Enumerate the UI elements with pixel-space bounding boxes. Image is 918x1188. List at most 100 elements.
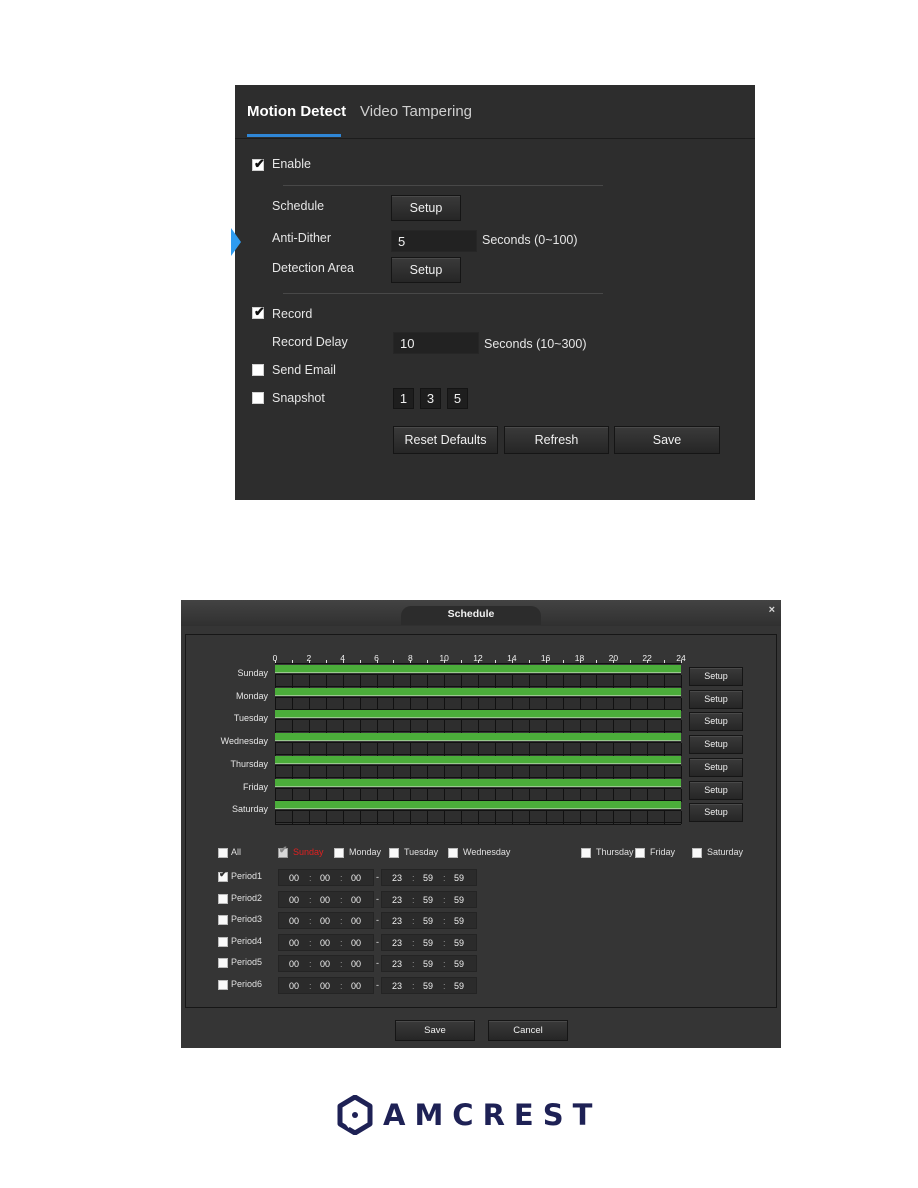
schedule-setup-button[interactable]: Setup [391,195,461,221]
time-segment[interactable]: 00 [320,938,330,948]
time-segment[interactable]: 23 [392,959,402,969]
day-setup-button[interactable]: Setup [689,735,743,755]
time-segment[interactable]: 59 [423,873,433,883]
time-segment[interactable]: 59 [423,938,433,948]
day-select-checkbox[interactable]: ✔ [278,845,288,858]
day-select-checkbox[interactable] [389,848,399,858]
save-button[interactable]: Save [614,426,720,454]
time-segment[interactable]: 23 [392,873,402,883]
time-segment[interactable]: 00 [289,981,299,991]
time-segment[interactable]: 59 [454,938,464,948]
day-timeline[interactable] [275,674,682,688]
day-select-checkbox[interactable] [334,848,344,858]
time-segment[interactable]: 00 [320,981,330,991]
day-setup-button[interactable]: Setup [689,712,743,732]
period-start-time[interactable]: 00 00 00:: [278,977,374,994]
dialog-cancel-button[interactable]: Cancel [488,1020,568,1041]
time-segment[interactable]: 59 [423,959,433,969]
time-segment[interactable]: 59 [454,873,464,883]
send-email-checkbox[interactable] [252,364,264,376]
tab-video-tampering[interactable]: Video Tampering [360,103,472,120]
snapshot-option-5[interactable]: 5 [447,388,468,409]
period-checkbox[interactable] [218,980,228,990]
schedule-period-bar[interactable] [275,733,681,742]
time-segment[interactable]: 59 [454,981,464,991]
time-segment[interactable]: 23 [392,895,402,905]
period-end-time[interactable]: 23 59 59:: [381,869,477,886]
day-timeline[interactable] [275,764,682,779]
period-end-time[interactable]: 23 59 59:: [381,955,477,973]
day-setup-button[interactable]: Setup [689,757,743,777]
day-timeline[interactable] [275,742,682,757]
reset-defaults-button[interactable]: Reset Defaults [393,426,498,454]
time-segment[interactable]: 00 [289,916,299,926]
time-segment[interactable]: 00 [320,895,330,905]
time-segment[interactable]: 59 [423,981,433,991]
period-end-time[interactable]: 23 59 59:: [381,977,477,994]
time-segment[interactable]: 00 [351,938,361,948]
enable-checkbox[interactable]: ✔ [252,156,265,171]
dialog-save-button[interactable]: Save [395,1020,475,1041]
dialog-title-bar[interactable]: Schedule × [181,600,781,626]
period-checkbox[interactable] [218,958,228,969]
day-timeline[interactable] [275,787,682,802]
time-segment[interactable]: 59 [454,959,464,969]
day-select-checkbox[interactable] [692,848,702,858]
period-checkbox[interactable] [218,915,228,926]
day-setup-button[interactable]: Setup [689,803,743,823]
tab-motion-detect[interactable]: Motion Detect [247,103,346,120]
day-timeline[interactable] [275,810,682,825]
schedule-period-bar[interactable] [275,687,681,696]
day-setup-button[interactable]: Setup [689,667,743,686]
period-start-time[interactable]: 00 00 00:: [278,869,374,886]
schedule-period-bar[interactable] [275,710,681,719]
snapshot-checkbox[interactable] [252,392,264,404]
time-segment[interactable]: 00 [351,959,361,969]
period-checkbox[interactable]: ✔ [218,869,228,882]
time-segment[interactable]: 00 [289,959,299,969]
day-timeline[interactable] [275,696,682,711]
period-end-time[interactable]: 23 59 59:: [381,912,477,930]
time-segment[interactable]: 59 [454,895,464,905]
time-segment[interactable]: 00 [320,959,330,969]
period-start-time[interactable]: 00 00 00:: [278,955,374,973]
record-delay-input[interactable]: 10 [393,332,479,354]
time-segment[interactable]: 00 [289,873,299,883]
day-select-checkbox[interactable] [581,848,591,858]
detection-area-setup-button[interactable]: Setup [391,257,461,283]
schedule-period-bar[interactable] [275,755,681,764]
close-icon[interactable]: × [769,604,775,616]
anti-dither-input[interactable]: 5 [391,230,477,252]
time-segment[interactable]: 00 [320,916,330,926]
period-start-time[interactable]: 00 00 00:: [278,933,374,951]
day-timeline[interactable] [275,719,682,734]
day-select-checkbox[interactable] [635,848,645,858]
refresh-button[interactable]: Refresh [504,426,609,454]
time-segment[interactable]: 23 [392,916,402,926]
time-segment[interactable]: 00 [320,873,330,883]
period-start-time[interactable]: 00 00 00:: [278,912,374,930]
all-days-checkbox[interactable] [218,848,228,858]
schedule-period-bar[interactable] [275,665,681,673]
time-segment[interactable]: 59 [454,916,464,926]
time-segment[interactable]: 23 [392,938,402,948]
snapshot-option-1[interactable]: 1 [393,388,414,409]
time-segment[interactable]: 23 [392,981,402,991]
time-segment[interactable]: 00 [351,981,361,991]
period-end-time[interactable]: 23 59 59:: [381,933,477,951]
period-end-time[interactable]: 23 59 59:: [381,890,477,908]
time-segment[interactable]: 00 [351,873,361,883]
record-checkbox[interactable]: ✔ [252,304,265,319]
day-setup-button[interactable]: Setup [689,780,743,800]
schedule-period-bar[interactable] [275,801,681,810]
period-checkbox[interactable] [218,893,228,904]
day-select-checkbox[interactable] [448,848,458,858]
time-segment[interactable]: 00 [351,895,361,905]
time-segment[interactable]: 59 [423,895,433,905]
time-segment[interactable]: 00 [289,895,299,905]
time-segment[interactable]: 00 [289,938,299,948]
day-setup-button[interactable]: Setup [689,689,743,709]
time-segment[interactable]: 00 [351,916,361,926]
time-segment[interactable]: 59 [423,916,433,926]
expand-arrow-icon[interactable] [231,228,241,256]
